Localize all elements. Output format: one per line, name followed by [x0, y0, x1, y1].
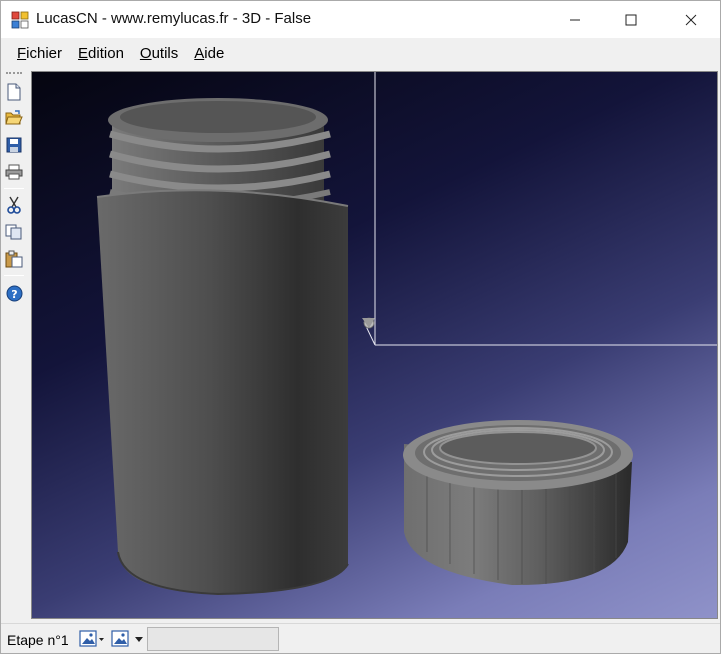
- print-icon: [5, 164, 23, 180]
- cut-button[interactable]: [4, 195, 24, 215]
- maximize-icon: [625, 14, 637, 25]
- 3d-viewport[interactable]: [31, 71, 718, 619]
- help-icon: ?: [6, 285, 22, 301]
- menu-fichier-mnemonic: F: [17, 44, 27, 62]
- svg-text:?: ?: [11, 288, 17, 301]
- menu-edition[interactable]: Edition: [70, 45, 132, 62]
- menu-fichier[interactable]: Fichier: [9, 45, 70, 62]
- paste-icon: [5, 250, 23, 268]
- open-button[interactable]: [4, 108, 24, 128]
- threaded-jar[interactable]: [96, 98, 349, 596]
- menu-outils-mnemonic: O: [139, 44, 152, 62]
- help-button[interactable]: ?: [4, 283, 24, 303]
- image-dropdown-button-2[interactable]: [111, 629, 145, 649]
- cut-icon: [7, 196, 21, 214]
- toolbar: ?: [1, 68, 29, 623]
- copy-button[interactable]: [4, 222, 24, 242]
- close-icon: [685, 14, 697, 25]
- menu-edition-label: dition: [88, 44, 124, 62]
- image-dropdown-icon: [79, 630, 104, 647]
- menu-aide[interactable]: Aide: [186, 45, 232, 62]
- status-bar: Etape n°1: [1, 623, 720, 653]
- menu-aide-mnemonic: A: [194, 44, 205, 62]
- new-file-icon: [7, 83, 21, 101]
- screw-cap[interactable]: [403, 420, 633, 586]
- window-title: LucasCN - www.remylucas.fr - 3D - False: [36, 10, 312, 27]
- maximize-button[interactable]: [608, 1, 654, 38]
- new-file-button[interactable]: [4, 82, 24, 102]
- copy-icon: [5, 224, 22, 240]
- close-button[interactable]: [668, 1, 714, 38]
- menu-fichier-label: ichier: [26, 44, 63, 62]
- lucascn-app-icon: [11, 11, 29, 29]
- toolbar-separator: [4, 275, 24, 276]
- image-dropdown-icon: [111, 630, 143, 647]
- toolbar-separator: [4, 188, 24, 189]
- title-bar[interactable]: LucasCN - www.remylucas.fr - 3D - False: [1, 1, 720, 38]
- menu-aide-label: ide: [204, 44, 225, 62]
- menu-outils-label: utils: [151, 44, 179, 62]
- open-folder-icon: [5, 110, 23, 125]
- minimize-icon: [570, 19, 580, 20]
- save-icon: [6, 137, 22, 153]
- step-label: Etape n°1: [7, 632, 69, 648]
- minimize-button[interactable]: [552, 1, 598, 38]
- print-button[interactable]: [4, 162, 24, 182]
- status-text-field[interactable]: [147, 627, 279, 651]
- paste-button[interactable]: [4, 249, 24, 269]
- save-button[interactable]: [4, 135, 24, 155]
- menu-outils[interactable]: Outils: [132, 45, 186, 62]
- toolbar-grip[interactable]: [6, 72, 22, 74]
- menu-edition-mnemonic: E: [78, 44, 89, 62]
- axis-indicator: [362, 72, 717, 346]
- image-dropdown-button-1[interactable]: [79, 629, 105, 649]
- 3d-scene[interactable]: [32, 72, 718, 619]
- menu-bar: Fichier Edition Outils Aide: [1, 38, 720, 68]
- app-window: LucasCN - www.remylucas.fr - 3D - False …: [0, 0, 721, 654]
